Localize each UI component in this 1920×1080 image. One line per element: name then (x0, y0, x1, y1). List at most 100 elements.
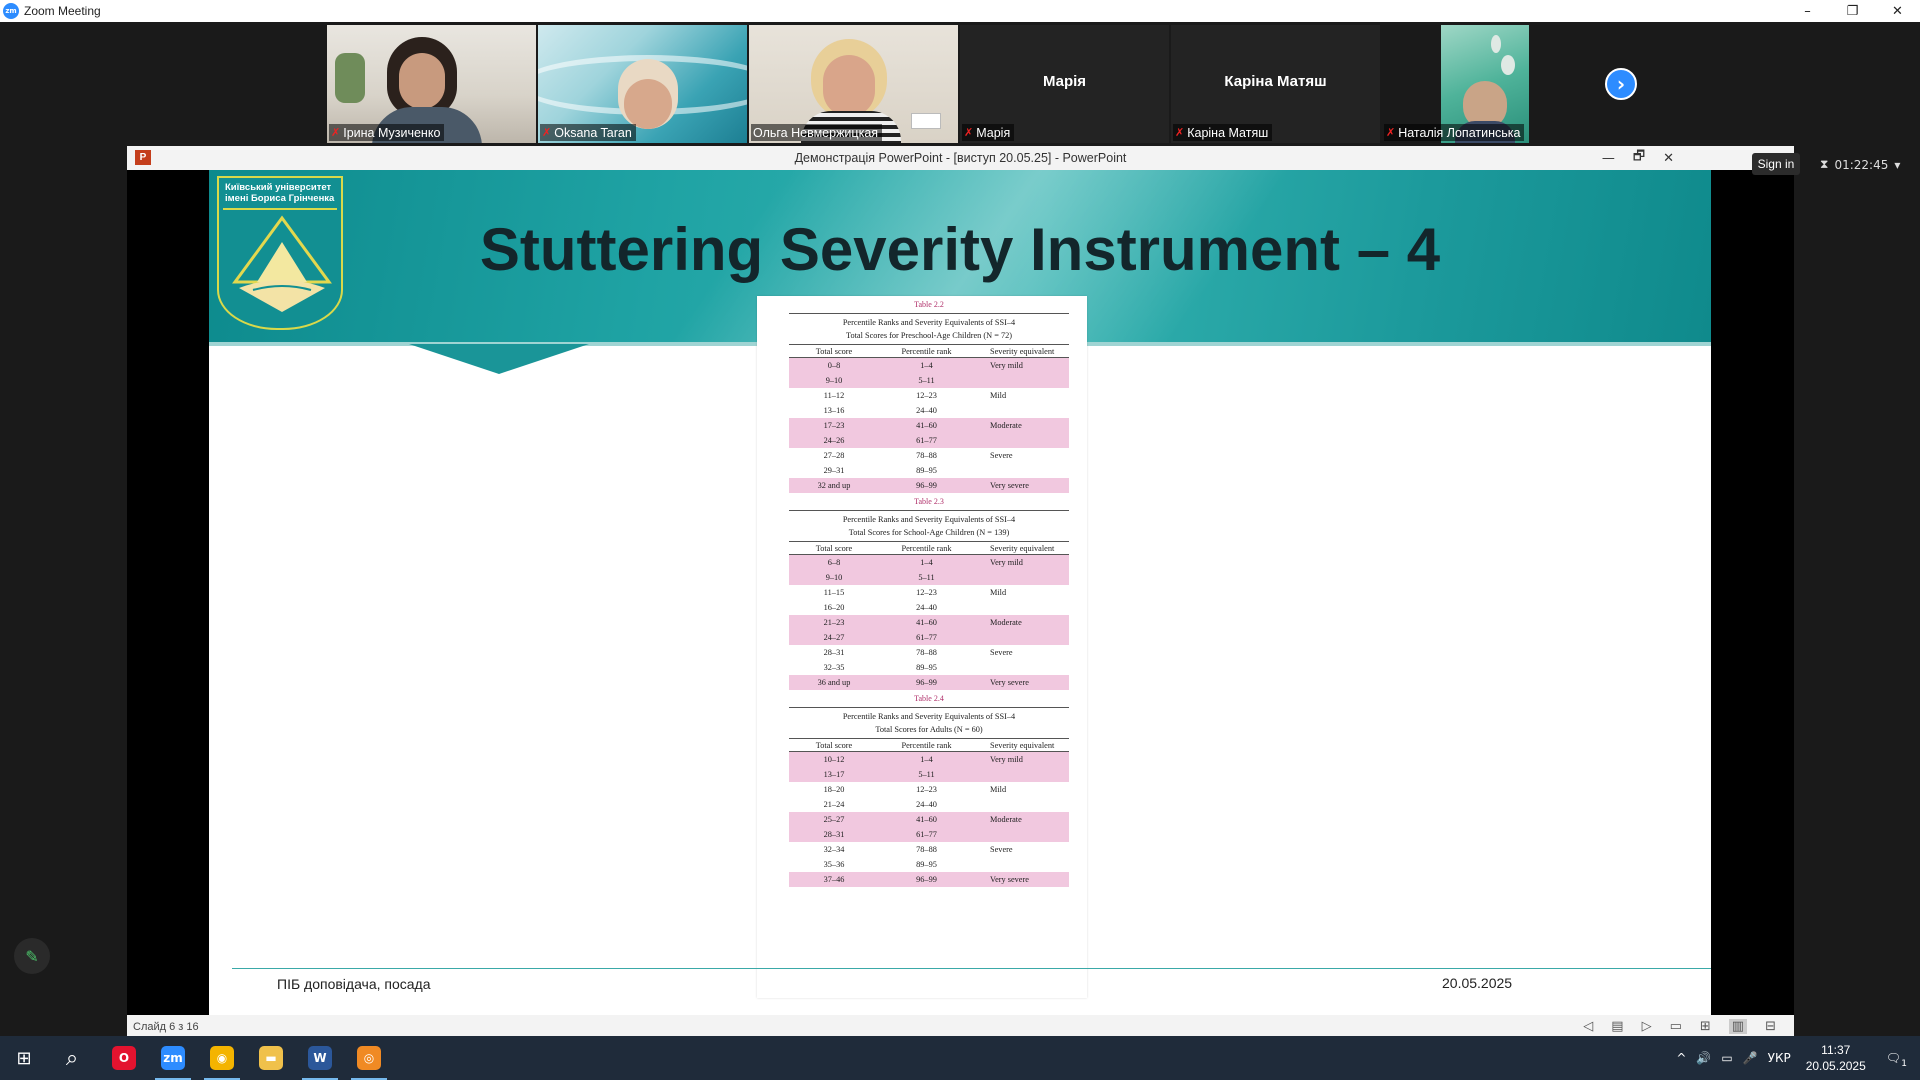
header-severity-equivalent: Severity equivalent (990, 740, 1055, 750)
previous-slide-icon[interactable]: ◁ (1583, 1019, 1593, 1034)
header-percentile-rank: Percentile rank (901, 543, 952, 553)
ppt-titlebar: P Демонстрація PowerPoint - [виступ 20.0… (127, 146, 1794, 170)
file-explorer-icon-glyph: ▬ (259, 1046, 283, 1070)
table-cell: 1–4 (920, 558, 933, 567)
file-explorer-icon[interactable]: ▬ (247, 1036, 295, 1080)
participant-name-tag: ✗ Ірина Музиченко (329, 124, 445, 141)
close-button[interactable]: ✕ (1875, 0, 1920, 22)
table-cell: 78–88 (916, 451, 937, 460)
table-cell: 5–11 (918, 573, 935, 582)
tray-chevron-icon[interactable]: ^ (1676, 1051, 1686, 1065)
ppt-minimize-button[interactable]: — (1602, 151, 1615, 166)
table-cell: 41–60 (916, 815, 937, 824)
table-row: 28–31 61–77 (789, 827, 1069, 842)
opera-icon[interactable]: O (100, 1036, 148, 1080)
university-logo-text: Київський університет імені Бориса Грінч… (225, 182, 335, 204)
table-caption-line: Total Scores for Adults (N = 60) (875, 725, 983, 734)
table-cell: 41–60 (916, 618, 937, 627)
table-cell: 32–34 (823, 845, 845, 854)
table-row: 21–23 41–60 Moderate (789, 615, 1069, 630)
table-cell: 16–20 (823, 603, 845, 612)
network-icon[interactable]: ▭ (1721, 1051, 1732, 1065)
zoom-app-icon-glyph: zm (161, 1046, 185, 1070)
hourglass-icon: ⧗ (1820, 157, 1829, 171)
annotate-pencil-icon[interactable]: ✎ (14, 938, 50, 974)
window-controls: – ❐ ✕ (1785, 0, 1920, 22)
start-button[interactable]: ⊞ (0, 1036, 48, 1080)
table-body: 6–8 1–4 Very mild 9–10 5–11 11–15 12–23 Mild 16–… (789, 555, 1069, 690)
slide-title: Stuttering Severity Instrument – 4 (479, 216, 1441, 283)
table-caption-line: Total Scores for School-Age Children (N … (848, 528, 1010, 537)
meeting-timer[interactable]: ⧗ 01:22:45 ▾ (1820, 157, 1900, 172)
chrome-icon[interactable]: ◉ (198, 1036, 246, 1080)
normal-view-icon[interactable]: ▭ (1670, 1019, 1682, 1034)
header-total-score: Total score (815, 543, 853, 553)
reading-view-icon[interactable]: ▥ (1728, 1019, 1748, 1034)
table-cell: Moderate (990, 815, 1022, 824)
minimize-button[interactable]: – (1785, 0, 1830, 22)
word-icon-glyph: W (308, 1046, 332, 1070)
table-cell: Very severe (990, 481, 1029, 490)
table-caption-line: Percentile Ranks and Severity Equivalent… (842, 318, 1016, 327)
participant-tile[interactable]: Каріна Матяш ✗ Каріна Матяш (1171, 25, 1380, 143)
notification-center-icon[interactable]: 🗨 1 (1881, 1051, 1907, 1069)
chevron-down-icon[interactable]: ▾ (1894, 158, 1900, 172)
slide-menu-icon[interactable]: ▤ (1611, 1019, 1623, 1034)
table-cell: Very severe (990, 678, 1029, 687)
table-header: Total score Percentile rank Severity equ… (789, 344, 1069, 358)
table-cell: 13–17 (823, 770, 845, 779)
participant-name: Oksana Taran (554, 125, 632, 140)
participant-name-tag: ✗ Oksana Taran (540, 124, 636, 141)
next-slide-icon[interactable]: ▷ (1642, 1019, 1652, 1034)
table-row: 10–12 1–4 Very mild (789, 752, 1069, 767)
table-cell: Mild (990, 785, 1007, 794)
footer-divider (232, 968, 1711, 969)
participant-tile-active-speaker[interactable]: Ольга Невмержицкая (749, 25, 958, 143)
search-icon[interactable]: ⌕ (48, 1036, 96, 1080)
slideshow-icon[interactable]: ⊟ (1765, 1019, 1776, 1034)
participant-tile[interactable]: Марія ✗ Марія (960, 25, 1169, 143)
zoom-app-icon[interactable]: zm (149, 1036, 197, 1080)
next-page-button[interactable]: › (1605, 68, 1637, 100)
table-row: 6–8 1–4 Very mild (789, 555, 1069, 570)
table-block: Table 2.2 Percentile Ranks and Severity … (789, 300, 1069, 493)
table-header: Total score Percentile rank Severity equ… (789, 738, 1069, 752)
restore-button[interactable]: ❐ (1830, 0, 1875, 22)
scanned-tables-image: Table 2.2 Percentile Ranks and Severity … (757, 296, 1087, 998)
table-row: 17–23 41–60 Moderate (789, 418, 1069, 433)
header-severity-equivalent: Severity equivalent (990, 346, 1055, 356)
table-row: 35–36 89–95 (789, 857, 1069, 872)
mic-muted-icon: ✗ (331, 126, 341, 139)
table-cell: 18–20 (823, 785, 845, 794)
participant-name: Ірина Музиченко (343, 125, 441, 140)
table-row: 37–46 96–99 Very severe (789, 872, 1069, 887)
table-header: Total score Percentile rank Severity equ… (789, 541, 1069, 555)
participant-tile[interactable]: ✗ Oksana Taran (538, 25, 747, 143)
table-cell: 25–27 (823, 815, 845, 824)
table-cell: 89–95 (916, 663, 937, 672)
table-cell: 78–88 (916, 648, 937, 657)
table-cell: 6–8 (827, 558, 841, 567)
table-row: 9–10 5–11 (789, 373, 1069, 388)
viewer-icon[interactable]: ◎ (345, 1036, 393, 1080)
table-row: 21–24 24–40 (789, 797, 1069, 812)
microphone-icon[interactable]: 🎤 (1743, 1051, 1758, 1065)
table-row: 24–26 61–77 (789, 433, 1069, 448)
ppt-close-button[interactable]: ✕ (1663, 151, 1674, 166)
word-icon[interactable]: W (296, 1036, 344, 1080)
clock[interactable]: 11:37 20.05.2025 (1806, 1042, 1866, 1074)
slide-sorter-icon[interactable]: ⊞ (1700, 1019, 1711, 1034)
sign-in-button[interactable]: Sign in (1752, 153, 1800, 175)
volume-icon[interactable]: 🔊 (1696, 1051, 1711, 1065)
participant-name: Каріна Матяш (1187, 125, 1269, 140)
clock-time: 11:37 (1821, 1043, 1851, 1057)
participant-tile[interactable]: ✗ Наталія Лопатинська (1382, 25, 1591, 143)
table-cell: 32–35 (823, 663, 845, 672)
chrome-icon-glyph: ◉ (210, 1046, 234, 1070)
table-row: 11–12 12–23 Mild (789, 388, 1069, 403)
ppt-restore-button[interactable]: 🗗 (1633, 147, 1645, 169)
participant-tile[interactable]: ✗ Ірина Музиченко (327, 25, 536, 143)
table-body: 0–8 1–4 Very mild 9–10 5–11 11–12 12–23 Mild 13–… (789, 358, 1069, 493)
language-indicator[interactable]: УКР (1768, 1051, 1791, 1065)
table-cell: 1–4 (920, 755, 933, 764)
